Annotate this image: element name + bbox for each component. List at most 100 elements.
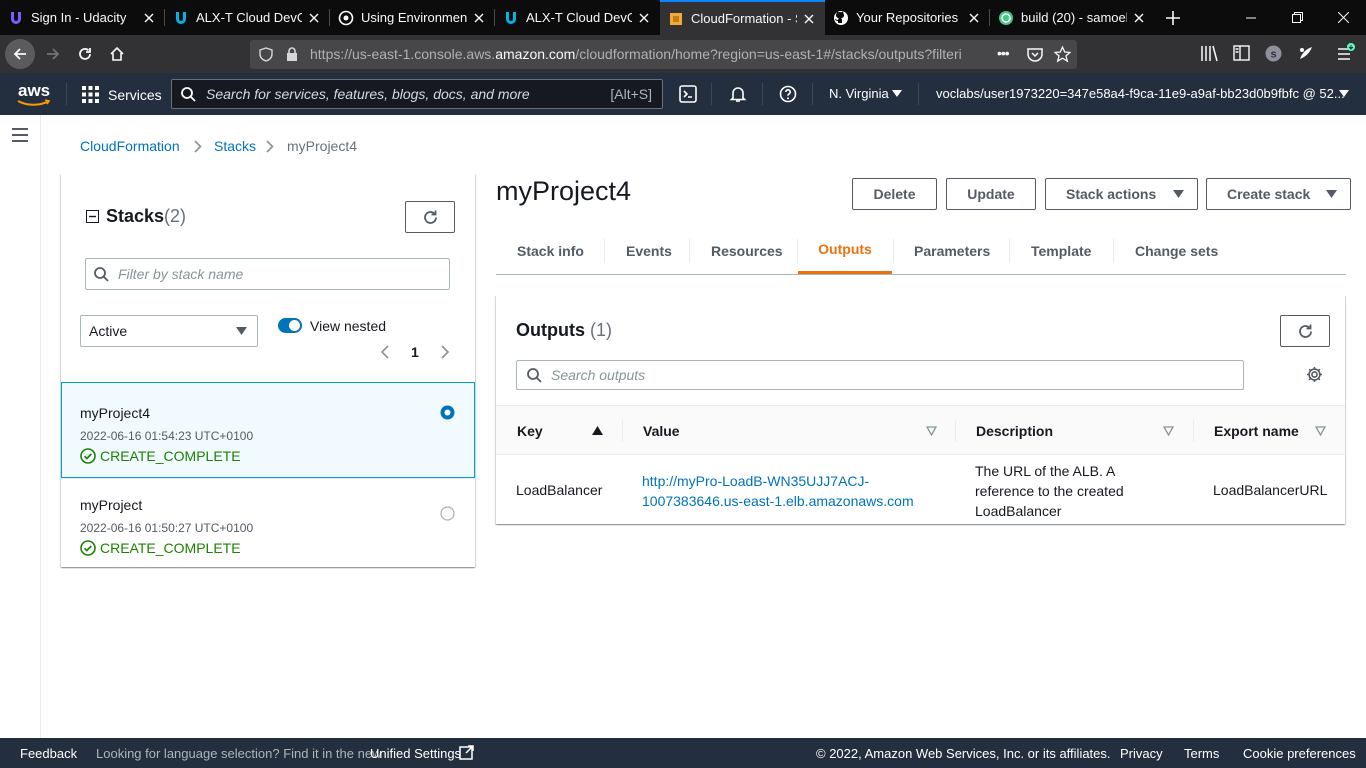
back-button[interactable]	[5, 39, 35, 69]
arrow-right-icon	[45, 46, 61, 62]
unified-settings-link[interactable]: Unified Settings	[370, 746, 461, 761]
library-icon[interactable]	[1200, 45, 1218, 62]
collapse-icon[interactable]	[86, 210, 99, 223]
close-icon[interactable]	[141, 10, 157, 26]
browser-tab[interactable]: Using Environment	[330, 0, 495, 35]
terms-link[interactable]: Terms	[1184, 746, 1219, 761]
stack-list-item[interactable]: myProject 2022-06-16 01:50:27 UTC+0100 C…	[61, 478, 475, 567]
close-icon[interactable]	[306, 10, 322, 26]
url-bar[interactable]: https://us-east-1.console.aws.amazon.com…	[250, 40, 1077, 69]
browser-tab[interactable]: ALX-T Cloud DevOp	[495, 0, 660, 35]
table-row: LoadBalancer http://myPro-LoadB-WN35UJJ7…	[496, 455, 1345, 524]
filter-stacks-input[interactable]: Filter by stack name	[85, 258, 450, 290]
udacity-icon	[173, 10, 189, 26]
view-nested-toggle[interactable]	[278, 318, 302, 333]
browser-toolbar: https://us-east-1.console.aws.amazon.com…	[0, 35, 1366, 73]
reload-button[interactable]	[70, 39, 100, 69]
browser-tab-active[interactable]: CloudFormation - S	[660, 0, 825, 35]
refresh-icon	[422, 209, 439, 226]
create-stack-button[interactable]: Create stack	[1206, 178, 1351, 210]
tab-template[interactable]: Template	[1031, 227, 1091, 274]
browser-tab-title: Using Environment	[361, 10, 467, 25]
stack-radio-selected[interactable]	[440, 405, 455, 420]
tab-resources[interactable]: Resources	[711, 227, 783, 274]
tab-change-sets[interactable]: Change sets	[1135, 227, 1218, 274]
outputs-panel: Outputs (1) Search outputs Key Value Des…	[496, 295, 1345, 524]
page-number[interactable]: 1	[411, 344, 419, 360]
sidebar-icon[interactable]	[1233, 45, 1250, 61]
browser-tab[interactable]: build (20) - samoek	[990, 0, 1155, 35]
account-s-icon[interactable]: s	[1265, 45, 1282, 62]
chevron-right-icon	[194, 140, 202, 153]
minimize-button[interactable]	[1228, 0, 1274, 35]
feedback-link[interactable]: Feedback	[20, 746, 77, 761]
stack-radio[interactable]	[440, 506, 455, 521]
breadcrumb-cloudformation[interactable]: CloudFormation	[80, 138, 180, 154]
shield-icon[interactable]	[259, 47, 273, 62]
lock-icon[interactable]	[286, 47, 298, 61]
stack-list-item[interactable]: myProject4 2022-06-16 01:54:23 UTC+0100 …	[61, 382, 475, 478]
notifications-bell-icon[interactable]	[729, 85, 747, 103]
restore-button[interactable]	[1274, 0, 1320, 35]
column-header-description[interactable]: Description	[976, 406, 1053, 456]
update-button[interactable]: Update	[946, 178, 1036, 210]
browser-tab[interactable]: ALX-T Cloud DevOp	[165, 0, 330, 35]
forward-button[interactable]	[38, 39, 68, 69]
stack-status: CREATE_COMPLETE	[100, 448, 241, 464]
refresh-outputs-button[interactable]	[1280, 315, 1330, 347]
cloudshell-icon[interactable]	[679, 85, 697, 103]
close-icon[interactable]	[966, 10, 982, 26]
new-tab-button[interactable]	[1155, 0, 1191, 35]
stack-status: CREATE_COMPLETE	[100, 540, 241, 556]
close-icon[interactable]	[801, 11, 817, 27]
close-icon[interactable]	[636, 10, 652, 26]
sort-ascending-icon[interactable]	[592, 426, 603, 435]
tab-parameters[interactable]: Parameters	[914, 227, 990, 274]
delete-button[interactable]: Delete	[852, 178, 937, 210]
browser-tab[interactable]: Sign In - Udacity	[0, 0, 165, 35]
sort-icon[interactable]	[1163, 426, 1174, 436]
next-page-button[interactable]	[441, 345, 449, 359]
stack-actions-button[interactable]: Stack actions	[1045, 178, 1198, 210]
output-value-link[interactable]: http://myPro-LoadB-WN35UJJ7ACJ- 10073836…	[642, 471, 914, 511]
aws-search-input[interactable]: Search for services, features, blogs, do…	[171, 79, 663, 109]
column-header-export-name[interactable]: Export name	[1214, 406, 1299, 456]
url-text: https://us-east-1.console.aws.amazon.com…	[310, 46, 962, 62]
home-button[interactable]	[102, 39, 132, 69]
pocket-icon[interactable]	[1027, 47, 1043, 62]
reload-icon	[77, 46, 93, 62]
extension-icon[interactable]	[1297, 44, 1315, 62]
sort-icon[interactable]	[926, 426, 937, 436]
close-icon[interactable]	[1131, 10, 1147, 26]
privacy-link[interactable]: Privacy	[1120, 746, 1163, 761]
search-outputs-input[interactable]: Search outputs	[516, 360, 1244, 390]
help-icon[interactable]	[779, 85, 797, 103]
refresh-stacks-button[interactable]	[405, 201, 455, 233]
page-actions-menu[interactable]: •••	[997, 45, 1010, 61]
column-header-key[interactable]: Key	[517, 406, 543, 456]
column-header-value[interactable]: Value	[643, 406, 680, 456]
settings-gear-icon[interactable]	[1306, 366, 1323, 383]
tab-stack-info[interactable]: Stack info	[517, 227, 584, 274]
browser-tab[interactable]: Your Repositories	[825, 0, 990, 35]
browser-tab-title: Sign In - Udacity	[31, 10, 127, 25]
bookmark-star-icon[interactable]	[1054, 46, 1071, 63]
outputs-table-header: Key Value Description Export name	[496, 405, 1345, 455]
close-icon[interactable]	[471, 10, 487, 26]
breadcrumb-stacks[interactable]: Stacks	[214, 138, 256, 154]
hamburger-menu-icon[interactable]	[12, 128, 28, 142]
previous-page-button[interactable]	[381, 345, 389, 359]
build-status-icon	[998, 10, 1014, 26]
aws-logo[interactable]: aws	[17, 80, 51, 108]
menu-icon[interactable]	[1336, 43, 1356, 63]
window-close-button[interactable]	[1320, 0, 1366, 35]
status-filter-select[interactable]: Active	[80, 315, 258, 347]
outputs-count: (1)	[590, 320, 612, 340]
tab-outputs[interactable]: Outputs	[798, 227, 892, 274]
cookie-preferences-link[interactable]: Cookie preferences	[1243, 746, 1356, 761]
caret-down-icon	[1339, 90, 1349, 97]
caret-down-icon	[1326, 190, 1337, 198]
tab-events[interactable]: Events	[626, 227, 672, 274]
sort-icon[interactable]	[1315, 426, 1326, 436]
console-footer: Feedback Looking for language selection?…	[0, 738, 1366, 768]
